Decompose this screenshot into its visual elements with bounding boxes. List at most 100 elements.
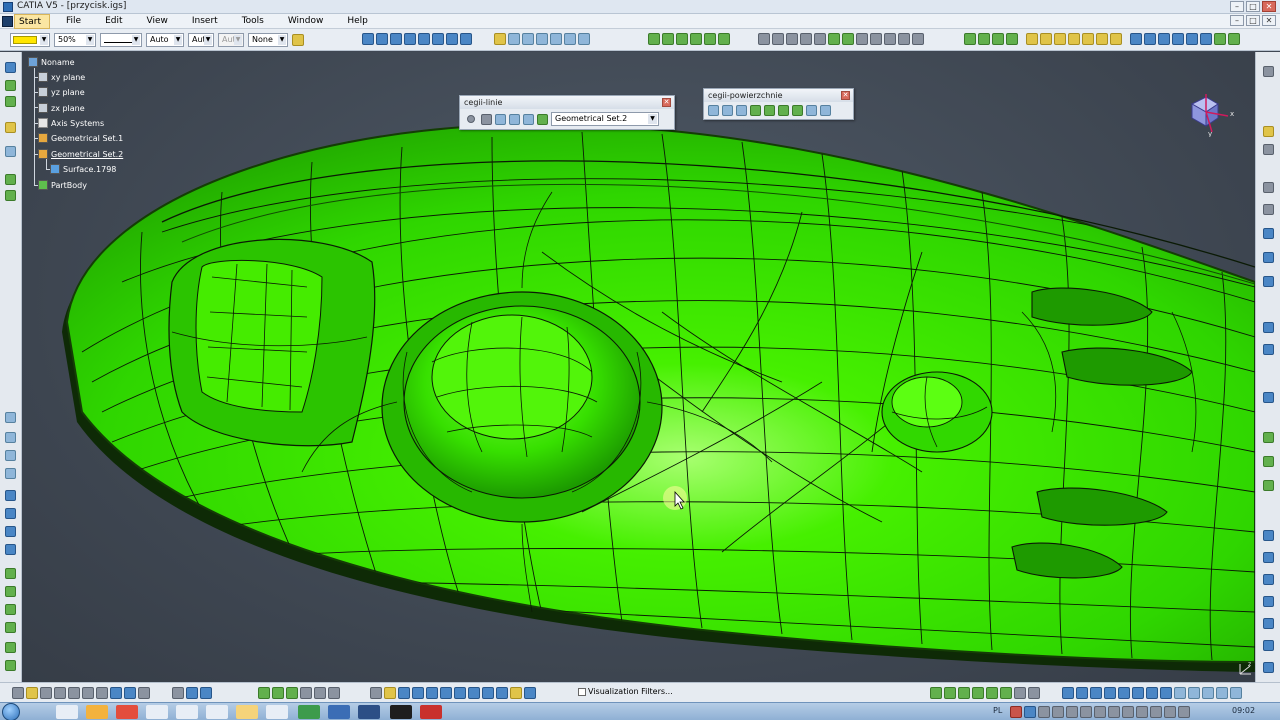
swap-icon[interactable] [884, 33, 896, 45]
transparency-combo[interactable]: 50% ▼ [54, 33, 96, 47]
instantiate-icon[interactable] [1228, 33, 1240, 45]
tray-icon-5[interactable] [1066, 706, 1078, 718]
healing-icon[interactable] [5, 432, 16, 443]
fill-icon[interactable] [460, 33, 472, 45]
taskbar-media-icon[interactable] [266, 705, 288, 719]
view-compass[interactable]: x y [1186, 92, 1236, 138]
parallel-curve-icon[interactable] [1263, 640, 1274, 651]
affinity-tool-icon[interactable] [5, 642, 16, 653]
fill-surface-icon[interactable] [792, 105, 803, 116]
tree-node-axis-systems[interactable]: Axis Systems [38, 117, 104, 129]
pocket-icon[interactable] [1263, 456, 1274, 467]
surface-model[interactable] [22, 52, 1255, 682]
rotate-icon[interactable] [1130, 33, 1142, 45]
axis-to-axis-icon[interactable] [1186, 33, 1198, 45]
quick-view-icon[interactable] [1160, 687, 1172, 699]
split-icon[interactable] [508, 33, 520, 45]
whats-this-icon[interactable] [138, 687, 150, 699]
scaling-icon[interactable] [1158, 33, 1170, 45]
plane-tool-icon[interactable] [376, 33, 388, 45]
catalog-icon[interactable] [978, 33, 990, 45]
iso-view-icon[interactable] [482, 687, 494, 699]
multi-view-icon[interactable] [468, 687, 480, 699]
turn-head-icon[interactable] [972, 687, 984, 699]
snap-point-icon[interactable] [1263, 144, 1274, 155]
formula-icon[interactable] [1006, 33, 1018, 45]
corner-icon[interactable] [1096, 33, 1108, 45]
boundary-icon[interactable] [5, 490, 16, 501]
close-surface-icon[interactable] [1263, 204, 1274, 215]
fill-color-combo[interactable]: ▼ [10, 33, 50, 47]
ground-icon[interactable] [1028, 687, 1040, 699]
pattern-icon[interactable] [1200, 33, 1212, 45]
trim-tool-icon[interactable] [1263, 276, 1274, 287]
connect-curve-icon[interactable] [523, 113, 534, 125]
extrude-icon[interactable] [5, 174, 16, 185]
table-icon[interactable] [300, 687, 312, 699]
depth-effect-icon[interactable] [1230, 687, 1242, 699]
sweep-surface-icon[interactable] [778, 105, 789, 116]
conic-icon[interactable] [1082, 33, 1094, 45]
create-multi-view-icon[interactable] [1146, 687, 1158, 699]
law-icon[interactable] [1214, 33, 1226, 45]
extract-icon[interactable] [536, 33, 548, 45]
normal-icon[interactable] [1132, 687, 1144, 699]
cegii-powierzchnie-toolbar[interactable]: cegii-powierzchnie ✕ [703, 88, 854, 120]
lighting-icon[interactable] [912, 33, 924, 45]
work-on-support-icon[interactable] [1263, 126, 1274, 137]
line-weight-combo[interactable]: Auto ▼ [146, 33, 184, 47]
point-tool-icon[interactable] [467, 115, 475, 123]
thickness-icon[interactable] [1263, 182, 1274, 193]
sketch-icon[interactable] [362, 33, 374, 45]
offset-surface-icon[interactable] [764, 105, 775, 116]
minimize-button[interactable]: – [1230, 1, 1244, 12]
maximize-button[interactable]: □ [1246, 1, 1260, 12]
fly-icon[interactable] [930, 687, 942, 699]
taskbar-app4-icon[interactable] [206, 705, 228, 719]
tray-icon-7[interactable] [1094, 706, 1106, 718]
fillet-icon[interactable] [550, 33, 562, 45]
swap-space-icon[interactable] [524, 687, 536, 699]
lighting-bottom-icon[interactable] [1216, 687, 1228, 699]
tray-icon-10[interactable] [1136, 706, 1148, 718]
menu-insert[interactable]: Insert [188, 14, 226, 29]
projection-tool-icon[interactable] [5, 122, 16, 133]
geometrical-set-combo[interactable]: Geometrical Set.2 ▼ [551, 112, 659, 126]
tree-node-partbody[interactable]: PartBody [38, 179, 87, 191]
save-icon[interactable] [40, 687, 52, 699]
tree-node-geometrical-set-2[interactable]: Geometrical Set.2 [38, 148, 123, 160]
accelerate-icon[interactable] [986, 687, 998, 699]
shape-fillet-icon[interactable] [5, 526, 16, 537]
face-face-fillet-icon[interactable] [1263, 322, 1274, 333]
hide-show-bottom-icon[interactable] [1188, 687, 1200, 699]
menu-file[interactable]: File [62, 14, 89, 29]
line-type-combo[interactable]: ▼ [100, 33, 142, 47]
layer-combo[interactable]: None ▼ [248, 33, 288, 47]
plane-icon[interactable] [5, 96, 16, 107]
curve-tool-icon[interactable] [404, 33, 416, 45]
porcupine-icon[interactable] [704, 33, 716, 45]
taskbar-app-icon[interactable] [86, 705, 108, 719]
translate-icon[interactable] [564, 33, 576, 45]
zoom-area-icon[interactable] [1104, 687, 1116, 699]
cut-icon[interactable] [68, 687, 80, 699]
pan-view-icon[interactable] [1076, 687, 1088, 699]
tray-icon-8[interactable] [1108, 706, 1120, 718]
rolling-offset-icon[interactable] [1263, 662, 1274, 673]
collision-icon[interactable] [1014, 687, 1026, 699]
tray-icon-2[interactable] [1024, 706, 1036, 718]
join-tool-icon[interactable] [5, 412, 16, 423]
curve-smooth-icon[interactable] [1263, 618, 1274, 629]
look-at-icon[interactable] [958, 687, 970, 699]
decelerate-icon[interactable] [1000, 687, 1012, 699]
measure-inertia-icon[interactable] [286, 687, 298, 699]
tree-node-geometrical-set-1[interactable]: Geometrical Set.1 [38, 132, 123, 144]
chamfer-icon[interactable] [1263, 344, 1274, 355]
zoom-in-out-icon[interactable] [1118, 687, 1130, 699]
snap-icon[interactable] [772, 33, 784, 45]
render-icon[interactable] [898, 33, 910, 45]
doc-restore-button[interactable]: □ [1246, 15, 1260, 26]
taskbar-excel-icon[interactable] [298, 705, 320, 719]
swap-visible-icon[interactable] [1202, 687, 1214, 699]
fit-all-icon[interactable] [384, 687, 396, 699]
